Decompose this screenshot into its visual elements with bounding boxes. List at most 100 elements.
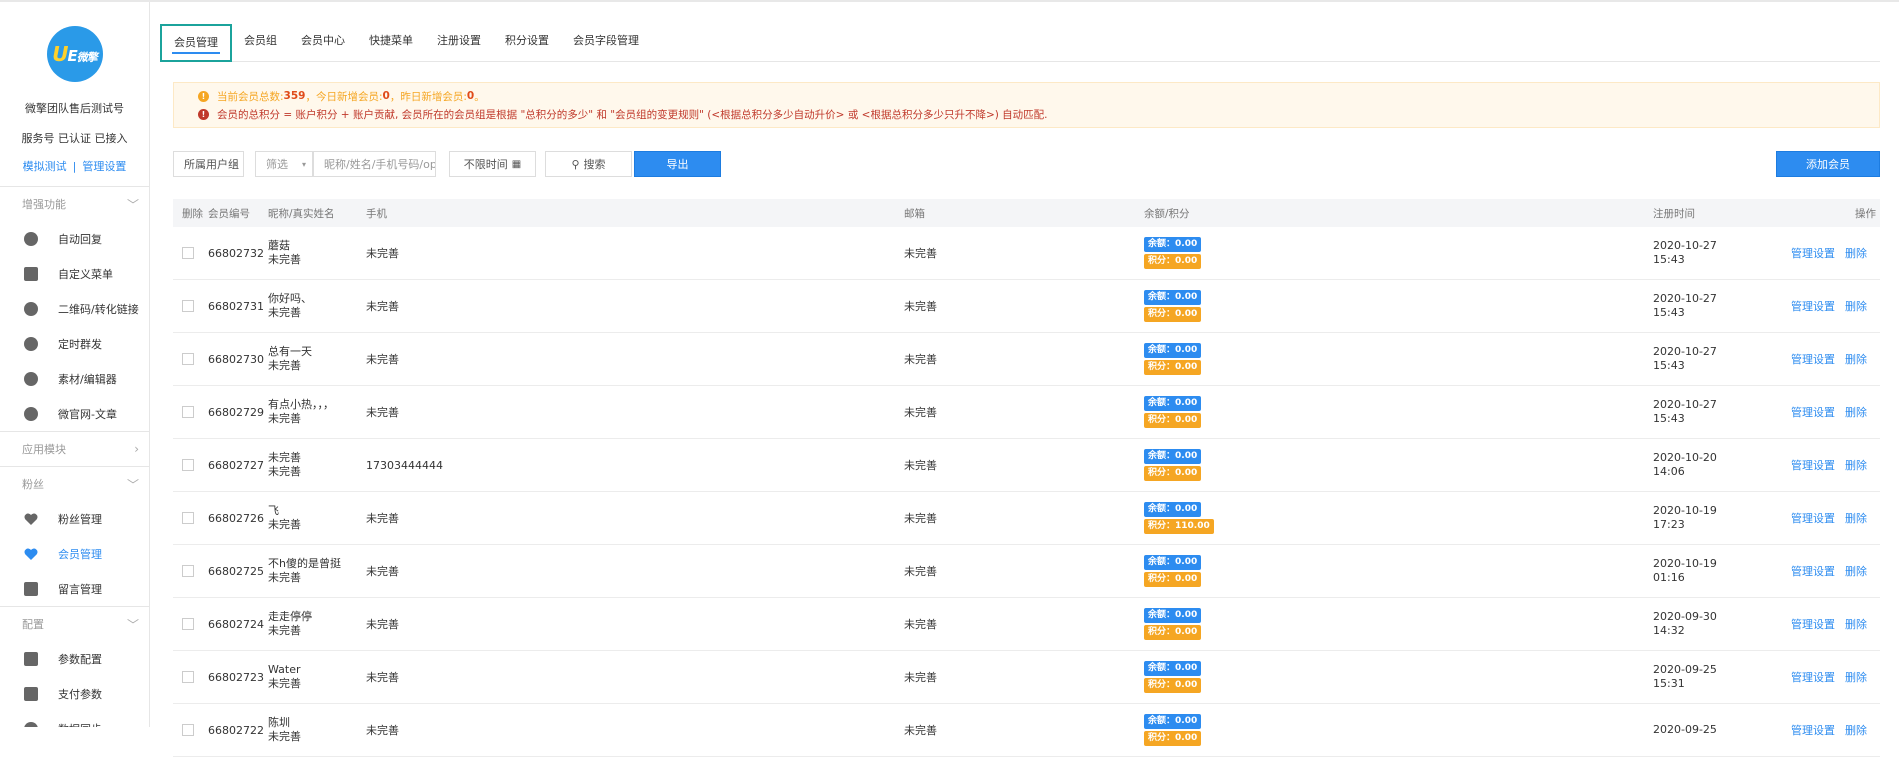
tab-label: 会员管理 (174, 36, 218, 49)
tab[interactable]: 快捷菜单 (357, 24, 425, 62)
sidebar-item[interactable]: 自动回复 (0, 221, 149, 256)
search-icon: ⚲ (571, 157, 580, 171)
row-checkbox[interactable] (182, 618, 194, 630)
balance-badge: 余额：0.00 (1144, 237, 1202, 252)
sidebar-item[interactable]: 定时群发 (0, 326, 149, 361)
manage-settings-link[interactable]: 管理设置 (1791, 298, 1835, 314)
delete-link[interactable]: 删除 (1845, 722, 1867, 738)
simulate-test-link[interactable]: 模拟测试 (23, 160, 67, 173)
sidebar-item[interactable]: 自定义菜单 (0, 256, 149, 291)
col-name: 昵称/真实姓名 (268, 207, 335, 220)
cell-name: Water 未完善 (268, 651, 301, 703)
sidebar-item-label: 微官网-文章 (58, 407, 117, 421)
search-input[interactable]: 昵称/姓名/手机号码/openid (313, 151, 436, 177)
row-checkbox[interactable] (182, 565, 194, 577)
delete-link[interactable]: 删除 (1845, 245, 1867, 261)
tab[interactable]: 会员管理 (160, 24, 232, 62)
delete-link[interactable]: 删除 (1845, 457, 1867, 473)
cell-name: 走走停停 未完善 (268, 598, 312, 650)
manage-settings-link[interactable]: 管理设置 (1791, 457, 1835, 473)
row-checkbox[interactable] (182, 247, 194, 259)
cell-balance-points: 余额：0.00 积分：0.00 (1144, 651, 1202, 703)
search-button[interactable]: ⚲ 搜索 (545, 151, 632, 177)
yesterday-new: 0 (466, 90, 475, 102)
manage-settings-link[interactable]: 管理设置 (1791, 245, 1835, 261)
col-email: 邮箱 (904, 207, 925, 220)
tab[interactable]: 会员中心 (289, 24, 357, 62)
row-checkbox[interactable] (182, 671, 194, 683)
points-badge: 积分：0.00 (1144, 413, 1202, 428)
clock-icon (24, 336, 38, 351)
sidebar-item[interactable]: 留言管理 (0, 571, 149, 606)
row-checkbox[interactable] (182, 353, 194, 365)
delete-link[interactable]: 删除 (1845, 351, 1867, 367)
nickname: 走走停停 (268, 610, 312, 623)
sidebar-item[interactable]: 微官网-文章 (0, 396, 149, 431)
manage-settings-link[interactable]: 管理设置 (1791, 563, 1835, 579)
sidebar-section-header[interactable]: 配置 ﹀ (0, 607, 149, 641)
manage-settings-link[interactable]: 管理设置 (82, 160, 126, 173)
delete-link[interactable]: 删除 (1845, 510, 1867, 526)
tab[interactable]: 注册设置 (425, 24, 493, 62)
manage-settings-link[interactable]: 管理设置 (1791, 510, 1835, 526)
account-status: 服务号 已认证 已接入 (21, 132, 128, 145)
cell-member-id: 66802732 (208, 227, 264, 279)
delete-link[interactable]: 删除 (1845, 669, 1867, 685)
sidebar-section-header[interactable]: 增强功能 ﹀ (0, 187, 149, 221)
points-label: 积分： (1148, 521, 1176, 531)
tab[interactable]: 会员组 (232, 24, 289, 62)
sidebar-nav: 增强功能 ﹀ 自动回复自定义菜单 二维码/转化链接 定时群发 素材/编辑器微官网-文章应用… (0, 187, 149, 727)
table-row: 66802732 蘑菇 未完善 未完善 未完善 余额：0.00 积分：0.00 2020-10… (173, 227, 1880, 280)
balance-value: 0.00 (1175, 610, 1198, 620)
balance-value: 0.00 (1175, 345, 1198, 355)
filter-select[interactable]: 筛选 ▾ (255, 151, 313, 177)
tab[interactable]: 会员字段管理 (561, 24, 651, 62)
cell-member-id: 66802722 (208, 704, 264, 756)
time-select[interactable]: 不限时间 ▦ (449, 151, 536, 177)
manage-settings-link[interactable]: 管理设置 (1791, 616, 1835, 632)
manage-settings-link[interactable]: 管理设置 (1791, 351, 1835, 367)
table-row: 66802724 走走停停 未完善 未完善 未完善 余额：0.00 积分：0.00 2020-… (173, 598, 1880, 651)
cell-actions: 管理设置 删除 (1791, 439, 1867, 491)
delete-link[interactable]: 删除 (1845, 563, 1867, 579)
row-checkbox[interactable] (182, 406, 194, 418)
sidebar-item[interactable]: 数据同步 (0, 711, 149, 727)
sidebar-item-label: 留言管理 (58, 582, 102, 596)
cell-actions: 管理设置 删除 (1791, 598, 1867, 650)
sidebar-item[interactable]: 粉丝管理 (0, 501, 149, 536)
tab-label: 快捷菜单 (369, 34, 413, 47)
row-checkbox[interactable] (182, 459, 194, 471)
row-checkbox[interactable] (182, 300, 194, 312)
list-icon (24, 651, 38, 666)
tab[interactable]: 积分设置 (493, 24, 561, 62)
delete-link[interactable]: 删除 (1845, 616, 1867, 632)
sidebar-item[interactable]: 二维码/转化链接 (0, 291, 149, 326)
cell-member-id: 66802731 (208, 280, 264, 332)
sidebar-item[interactable]: 参数配置 (0, 641, 149, 676)
manage-settings-link[interactable]: 管理设置 (1791, 722, 1835, 738)
add-member-button[interactable]: 添加会员 (1776, 151, 1880, 177)
real-name: 未完善 (268, 359, 301, 372)
sidebar-section-header[interactable]: 粉丝 ﹀ (0, 467, 149, 501)
delete-link[interactable]: 删除 (1845, 404, 1867, 420)
cell-member-id: 66802727 (208, 439, 264, 491)
sidebar-item[interactable]: 会员管理 (0, 536, 149, 571)
member-id: 66802723 (208, 670, 264, 684)
export-button[interactable]: 导出 (634, 151, 721, 177)
user-group-select[interactable]: 所属用户组 ▾ (173, 151, 244, 177)
sidebar-item-label: 自动回复 (58, 232, 102, 246)
table-row: 66802726 飞未完善 未完善 未完善 余额：0.00 积分：110.00 2020-1… (173, 492, 1880, 545)
sidebar-item[interactable]: 支付参数 (0, 676, 149, 711)
sidebar-item[interactable]: 素材/编辑器 (0, 361, 149, 396)
manage-settings-link[interactable]: 管理设置 (1791, 669, 1835, 685)
table-row: 66802722 陈圳 未完善 未完善 未完善 余额：0.00 积分：0.00 2020-09… (173, 704, 1880, 757)
row-checkbox[interactable] (182, 724, 194, 736)
row-checkbox[interactable] (182, 512, 194, 524)
balance-label: 余额： (1148, 504, 1176, 514)
manage-settings-link[interactable]: 管理设置 (1791, 404, 1835, 420)
cell-reg-time: 2020-10-19 17:23 (1653, 492, 1717, 544)
cell-email: 未完善 (904, 545, 937, 597)
sidebar-section-header[interactable]: 应用模块 › (0, 432, 149, 466)
delete-link[interactable]: 删除 (1845, 298, 1867, 314)
cell-reg-time: 2020-10-27 15:43 (1653, 227, 1717, 279)
